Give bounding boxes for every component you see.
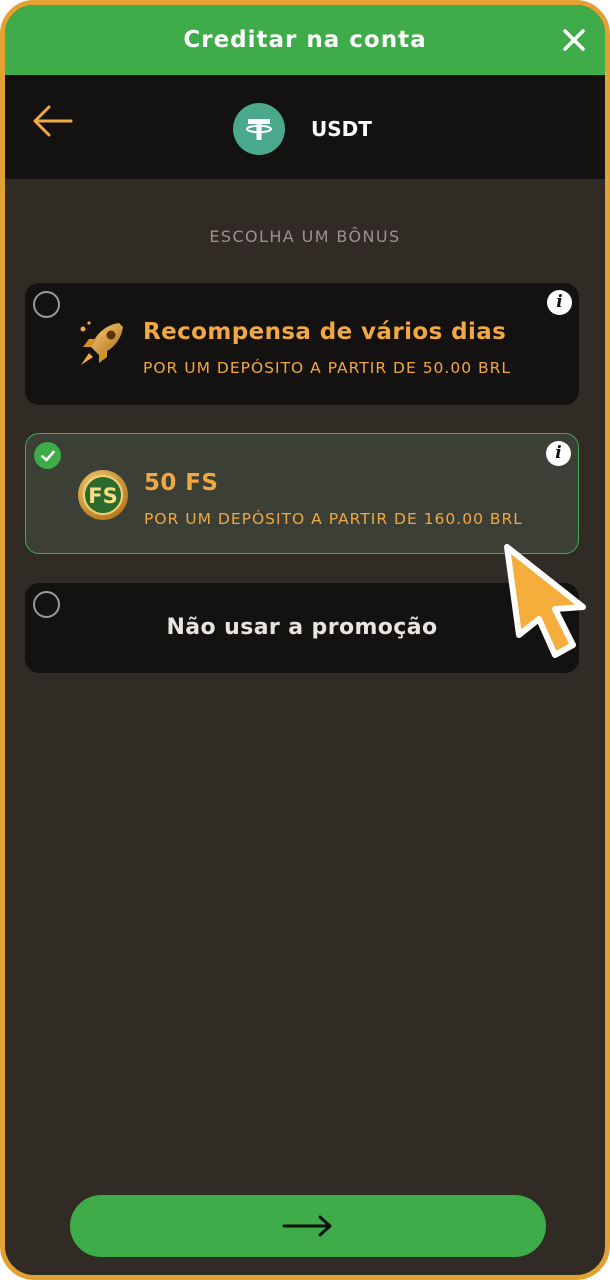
bonus-subtitle: POR UM DEPÓSITO A PARTIR DE 160.00 BRL bbox=[144, 510, 523, 528]
arrow-right-icon bbox=[282, 1215, 332, 1237]
rocket-icon bbox=[80, 321, 123, 365]
bonus-title: 50 FS bbox=[144, 470, 219, 496]
currency-selector: USDT bbox=[233, 103, 372, 155]
bonus-title: Recompensa de vários dias bbox=[143, 319, 507, 345]
pointer-cursor-icon bbox=[504, 544, 586, 658]
top-bar: Creditar na conta bbox=[5, 5, 605, 75]
radio-button-checked[interactable] bbox=[34, 442, 61, 469]
currency-name: USDT bbox=[311, 117, 372, 141]
coin-label: FS bbox=[88, 484, 117, 508]
section-label: ESCOLHA UM BÔNUS bbox=[209, 227, 401, 246]
arrow-left-icon[interactable] bbox=[27, 101, 77, 141]
currency-header: USDT bbox=[5, 75, 605, 179]
free-spins-coin-icon: FS bbox=[78, 470, 128, 520]
bonus-option-multi-day[interactable]: i Recompensa de vários dias POR UM DEPÓS… bbox=[25, 283, 579, 405]
checkmark-icon bbox=[40, 450, 55, 461]
next-button[interactable] bbox=[70, 1195, 546, 1257]
info-icon[interactable]: i bbox=[546, 441, 571, 466]
bonus-option-50-fs[interactable]: i FS 50 FS POR UM DEPÓSITO A PARTIR DE 1… bbox=[25, 433, 579, 554]
tether-icon bbox=[233, 103, 285, 155]
bonus-subtitle: POR UM DEPÓSITO A PARTIR DE 50.00 BRL bbox=[143, 359, 512, 377]
bonus-option-no-promo[interactable]: Não usar a promoção bbox=[25, 583, 579, 673]
no-promo-label: Não usar a promoção bbox=[166, 615, 438, 640]
radio-button[interactable] bbox=[33, 291, 60, 318]
info-icon[interactable]: i bbox=[547, 290, 572, 315]
deposit-screen: Creditar na conta USDT ESCOLHA UM BÔNUS … bbox=[0, 0, 610, 1280]
page-title: Creditar na conta bbox=[183, 27, 427, 53]
radio-button[interactable] bbox=[33, 591, 60, 618]
close-icon[interactable] bbox=[557, 23, 591, 57]
